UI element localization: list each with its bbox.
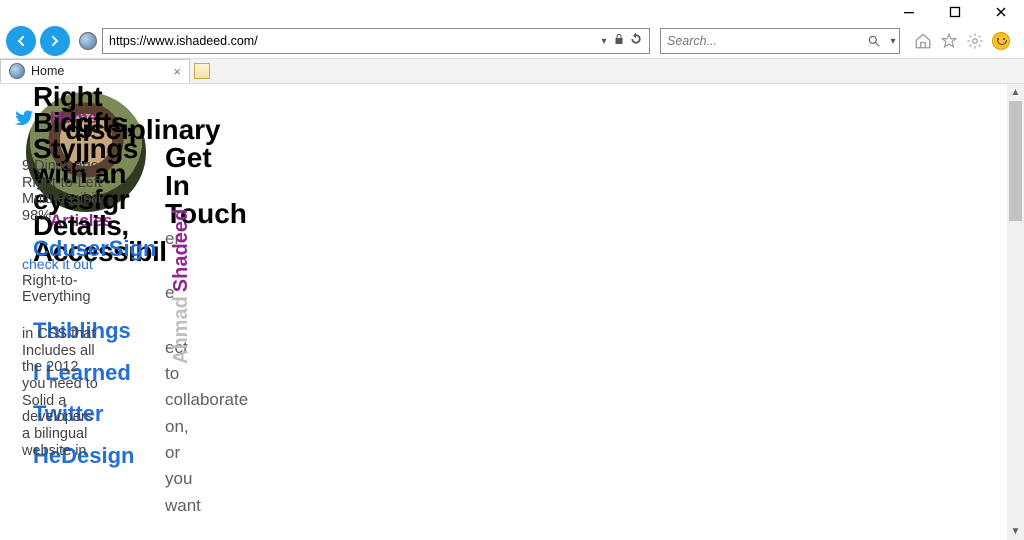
site-identity-icon[interactable]: [78, 31, 98, 51]
headline-line: Right: [33, 84, 263, 110]
rotated-name: Ahmad Shadeed: [170, 209, 193, 364]
page-content: Home Articles Right Bidgfts, Styjjngs wi…: [0, 84, 1024, 540]
body-line: 9 Dincs ago: [22, 158, 152, 175]
search-dropdown-icon[interactable]: ▾: [887, 36, 899, 47]
body-line: Everything: [22, 289, 152, 306]
url-text[interactable]: https://www.ishadeed.com/: [107, 34, 597, 48]
tab-home[interactable]: Home ×: [0, 59, 190, 83]
body-line: on,: [165, 414, 265, 440]
body-line: website in: [22, 443, 152, 460]
address-bar[interactable]: https://www.ishadeed.com/ ▾: [102, 28, 650, 54]
tab-close-icon[interactable]: ×: [173, 64, 181, 79]
home-icon[interactable]: [914, 32, 932, 50]
first-name: Ahmad: [170, 296, 192, 364]
body-line: Multi-essibili: [22, 191, 152, 208]
scrollbar-track[interactable]: [1007, 101, 1024, 523]
back-button[interactable]: [6, 26, 36, 56]
scrollbar-thumb[interactable]: [1009, 101, 1022, 221]
body-line: developers: [22, 409, 152, 426]
search-icon[interactable]: [861, 34, 887, 48]
body-line: a bilingual: [22, 426, 152, 443]
body-line: to: [165, 361, 265, 387]
headline-line: In: [165, 172, 285, 200]
toolbar-right-icons: [914, 32, 1010, 50]
lock-icon[interactable]: [611, 32, 627, 50]
reload-icon[interactable]: [627, 32, 645, 51]
vertical-scrollbar[interactable]: ▲ ▼: [1007, 84, 1024, 540]
browser-toolbar: https://www.ishadeed.com/ ▾ Search... ▾: [0, 24, 1024, 58]
scroll-down-button[interactable]: ▼: [1007, 523, 1024, 540]
body-line: in CSS that: [22, 326, 152, 343]
body-line: or: [165, 440, 265, 466]
body-line: want: [165, 493, 265, 519]
body-line: 98%: [22, 208, 152, 225]
body-line: collaborate: [165, 387, 265, 413]
minimize-button[interactable]: [886, 0, 932, 24]
headline-line: disciplinary: [65, 116, 285, 144]
tab-bar: Home ×: [0, 58, 1024, 84]
forward-button[interactable]: [40, 26, 70, 56]
body-line: the 2012: [22, 359, 152, 376]
body-line: you need to: [22, 376, 152, 393]
body-line: you: [165, 466, 265, 492]
body-line: Right-to-: [22, 273, 152, 290]
headline-line: Get: [165, 144, 285, 172]
scroll-up-button[interactable]: ▲: [1007, 84, 1024, 101]
body-text-stack: 9 Dincs ago Right-to-Left Multi-essibili…: [22, 158, 152, 459]
close-button[interactable]: [978, 0, 1024, 24]
search-placeholder[interactable]: Search...: [661, 34, 861, 48]
window-controls: [886, 0, 1024, 24]
url-dropdown-icon[interactable]: ▾: [597, 36, 611, 47]
favorites-icon[interactable]: [940, 32, 958, 50]
tab-favicon: [9, 63, 25, 79]
settings-icon[interactable]: [966, 32, 984, 50]
body-line: Solid a: [22, 393, 152, 410]
new-tab-button[interactable]: [190, 59, 214, 83]
search-box[interactable]: Search... ▾: [660, 28, 900, 54]
maximize-button[interactable]: [932, 0, 978, 24]
last-name: Shadeed: [170, 209, 192, 292]
tab-title: Home: [31, 64, 167, 78]
body-line: Includes all: [22, 343, 152, 360]
feedback-icon[interactable]: [992, 32, 1010, 50]
twitter-icon[interactable]: [14, 108, 34, 133]
body-line: Right-to-Left: [22, 175, 152, 192]
